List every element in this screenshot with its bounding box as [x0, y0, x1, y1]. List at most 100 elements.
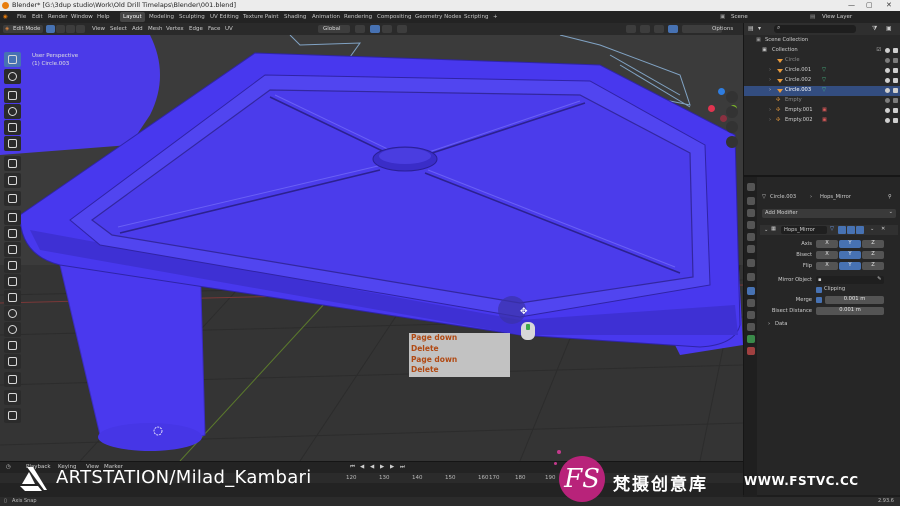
maximize-icon[interactable]: ▢ [866, 0, 873, 11]
options-button[interactable]: Options [712, 23, 733, 35]
outliner-row[interactable]: › ✣ Empty.002 ▣ [744, 116, 900, 126]
zoom-icon[interactable] [726, 91, 738, 103]
tab-texture-paint[interactable]: Texture Paint [240, 12, 282, 22]
data-tab-icon[interactable] [747, 335, 755, 343]
modifier-dropdown-icon[interactable]: ⌄ [870, 226, 874, 232]
tab-animation[interactable]: Animation [309, 12, 343, 22]
render-tab-icon[interactable] [747, 197, 755, 205]
expand-arrow-icon[interactable]: › [769, 116, 771, 126]
bisect-x-toggle[interactable]: X [816, 251, 838, 259]
outliner-row[interactable]: › Circle.002 ▽ [744, 76, 900, 86]
collection-tab-icon[interactable] [747, 259, 755, 267]
cage-toggle-icon[interactable] [838, 226, 846, 234]
menu-help[interactable]: Help [97, 11, 110, 23]
add-workspace-button[interactable]: + [490, 12, 501, 22]
scene-tab-icon[interactable] [747, 233, 755, 241]
menu-select[interactable]: Select [110, 23, 127, 35]
modifier-tab-icon[interactable] [747, 287, 755, 295]
menu-add[interactable]: Add [132, 23, 143, 35]
modifier-name-field[interactable]: Hops_Mirror [781, 226, 827, 234]
menu-edge[interactable]: Edge [189, 23, 203, 35]
particles-tab-icon[interactable] [747, 299, 755, 307]
shrink-fatten-tool-icon[interactable] [4, 354, 21, 369]
outliner-row[interactable]: › ✣ Empty.001 ▣ [744, 106, 900, 116]
camera-view-icon[interactable] [726, 121, 738, 133]
clipping-checkbox[interactable] [816, 287, 822, 293]
filter-icon[interactable]: ▾ [758, 25, 761, 32]
snap-target-icon[interactable] [382, 25, 392, 33]
flip-y-toggle[interactable]: Y [839, 262, 861, 270]
outliner-row[interactable]: ▣ Scene Collection [744, 36, 900, 46]
3d-viewport[interactable]: ✥ User Perspective (1) Circle.003 [0, 35, 743, 461]
new-collection-icon[interactable]: ▣ [886, 25, 892, 32]
camera-icon[interactable] [893, 108, 898, 113]
collapse-arrow-icon[interactable]: ⌄ [764, 227, 768, 233]
add-cube-tool-icon[interactable] [4, 191, 21, 206]
edge-select-icon[interactable] [56, 25, 65, 33]
axis-x-toggle[interactable]: X [816, 240, 838, 248]
material-tab-icon[interactable] [747, 347, 755, 355]
extrude-tool-icon[interactable] [4, 210, 21, 225]
eye-icon[interactable] [885, 58, 890, 63]
face-select-icon[interactable] [66, 25, 75, 33]
pin-icon[interactable]: ⚲ [888, 194, 892, 200]
menu-window[interactable]: Window [71, 11, 93, 23]
bevel-tool-icon[interactable] [4, 242, 21, 257]
annotate-tool-icon[interactable] [4, 156, 21, 171]
xray-toggle-icon[interactable] [668, 25, 678, 33]
expand-arrow-icon[interactable]: › [769, 66, 771, 76]
gizmo-icon[interactable] [640, 25, 650, 33]
menu-uv[interactable]: UV [225, 23, 233, 35]
tab-shading[interactable]: Shading [281, 12, 309, 22]
menu-edit[interactable]: Edit [32, 11, 43, 23]
menu-vertex[interactable]: Vertex [166, 23, 184, 35]
expand-arrow-icon[interactable]: › [769, 76, 771, 86]
tab-modeling[interactable]: Modeling [146, 12, 177, 22]
menu-mesh[interactable]: Mesh [148, 23, 162, 35]
eye-icon[interactable] [885, 88, 890, 93]
camera-icon[interactable] [893, 78, 898, 83]
spin-tool-icon[interactable] [4, 306, 21, 321]
view-layer-selector[interactable]: View Layer [822, 11, 852, 23]
knife-tool-icon[interactable] [4, 274, 21, 289]
eye-icon[interactable] [885, 48, 890, 53]
pan-hand-icon[interactable] [726, 106, 738, 118]
eyedropper-icon[interactable]: ✎ [877, 276, 881, 282]
rip-region-tool-icon[interactable] [4, 390, 21, 405]
bisect-y-toggle[interactable]: Y [839, 251, 861, 259]
scale-tool-icon[interactable] [4, 120, 21, 135]
jump-end-icon[interactable]: ⏭ [400, 462, 405, 472]
bisect-z-toggle[interactable]: Z [862, 251, 884, 259]
outliner-type-icon[interactable]: ▤ [748, 25, 754, 32]
neg-x-axis-icon[interactable] [720, 115, 727, 122]
vertex-select-icon[interactable] [46, 25, 55, 33]
visibility-icon[interactable] [626, 25, 636, 33]
remove-modifier-icon[interactable]: ✕ [881, 226, 885, 232]
perspective-toggle-icon[interactable] [726, 136, 738, 148]
minimize-icon[interactable]: — [848, 0, 855, 11]
mirror-object-field[interactable]: ▪ [816, 276, 884, 284]
menu-face[interactable]: Face [208, 23, 220, 35]
pivot-icon[interactable] [355, 25, 365, 33]
shear-tool-icon[interactable] [4, 372, 21, 387]
move-tool-icon[interactable] [4, 88, 21, 103]
view-layer-tab-icon[interactable] [747, 221, 755, 229]
extra-tool-icon[interactable] [4, 408, 21, 423]
cursor-tool-icon[interactable] [4, 69, 21, 84]
world-tab-icon[interactable] [747, 245, 755, 253]
select-box-tool-icon[interactable] [4, 52, 21, 67]
expand-arrow-icon[interactable]: › [769, 86, 771, 96]
tab-sculpting[interactable]: Sculpting [176, 12, 208, 22]
tab-layout[interactable]: Layout [120, 12, 145, 22]
camera-icon[interactable] [893, 118, 898, 123]
flip-x-toggle[interactable]: X [816, 262, 838, 270]
menu-file[interactable]: File [17, 11, 26, 23]
funnel-icon[interactable]: ⧩ [872, 25, 877, 33]
merge-checkbox[interactable] [816, 297, 822, 303]
timeline-editor-icon[interactable]: ◷ [6, 462, 11, 472]
menu-render[interactable]: Render [48, 11, 68, 23]
camera-icon[interactable] [893, 48, 898, 53]
camera-icon[interactable] [893, 88, 898, 93]
loop-cut-tool-icon[interactable] [4, 258, 21, 273]
snap-icon[interactable] [370, 25, 380, 33]
